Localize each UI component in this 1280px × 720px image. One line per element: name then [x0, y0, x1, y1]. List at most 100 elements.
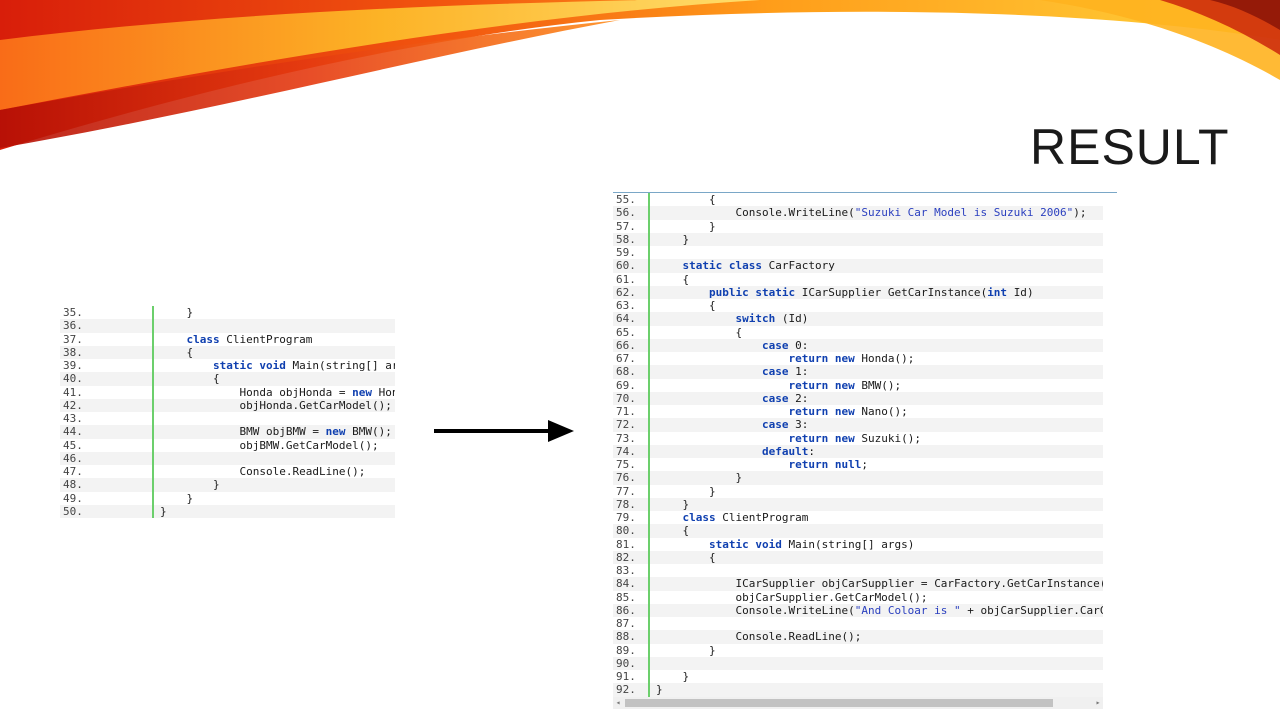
gutter-bar — [152, 451, 154, 465]
code-text: objHonda.GetCarModel(); — [239, 398, 392, 412]
gutter-bar — [648, 418, 650, 432]
gutter-bar — [152, 478, 154, 492]
code-text: { — [160, 372, 220, 386]
code-text: } — [656, 497, 690, 511]
line-number: 89. — [616, 643, 636, 657]
gutter-bar — [648, 259, 650, 273]
line-number: 40. — [63, 372, 83, 386]
gutter-bar — [648, 484, 650, 498]
code-text: } — [656, 683, 663, 697]
line-number: 47. — [63, 465, 83, 478]
gutter-bar — [648, 299, 650, 313]
code-line: 63. { — [613, 299, 1103, 313]
line-number: 88. — [616, 630, 636, 644]
code-line: 39. static void Main(string[] args) — [60, 359, 395, 373]
code-text: { — [656, 524, 690, 538]
gutter-bar — [648, 431, 650, 445]
code-text: } — [656, 471, 743, 485]
code-line: 59. — [613, 246, 1103, 260]
code-text: case 1: — [761, 365, 809, 379]
line-number: 75. — [616, 458, 636, 471]
line-number: 72. — [616, 418, 636, 432]
code-text: } — [160, 306, 194, 319]
code-line: 47. Console.ReadLine(); — [60, 465, 395, 479]
line-number: 87. — [616, 617, 636, 630]
gutter-bar — [648, 617, 650, 631]
gutter-bar — [648, 511, 650, 525]
line-number: 61. — [616, 272, 636, 286]
code-text: BMW objBMW = new BMW(); — [239, 425, 392, 439]
gutter-bar — [648, 232, 650, 246]
gutter-bar — [648, 458, 650, 472]
gutter-bar — [648, 577, 650, 591]
code-text: { — [656, 325, 743, 339]
code-line: 77. } — [613, 484, 1103, 498]
gutter-bar — [648, 219, 650, 233]
gutter-bar — [648, 365, 650, 379]
code-line: 49. } — [60, 491, 395, 505]
code-text: Console.ReadLine(); — [239, 465, 366, 478]
code-line: 80. { — [613, 524, 1103, 538]
code-text: return null; — [788, 458, 868, 471]
code-line: 76. } — [613, 471, 1103, 485]
scrollbar-thumb[interactable] — [625, 699, 1053, 707]
code-line: 83. — [613, 564, 1103, 578]
line-number: 55. — [616, 193, 636, 206]
gutter-bar — [648, 246, 650, 260]
gutter-bar — [648, 630, 650, 644]
code-line: 73. return new Suzuki(); — [613, 431, 1103, 445]
line-number: 42. — [63, 398, 83, 412]
gutter-bar — [648, 352, 650, 366]
code-line: 62. public static ICarSupplier GetCarIns… — [613, 285, 1103, 299]
slide-title: RESULT — [1030, 119, 1230, 175]
scroll-left-icon[interactable]: ◂ — [613, 697, 623, 709]
line-number: 81. — [616, 537, 636, 551]
line-number: 79. — [616, 511, 636, 524]
code-line: 86. Console.WriteLine("And Coloar is " +… — [613, 603, 1113, 617]
code-lines: 35. } 36. 37. class ClientProgram 38. {39. … — [60, 306, 395, 518]
line-number: 70. — [616, 391, 636, 405]
gutter-bar — [648, 550, 650, 564]
gutter-bar — [648, 643, 650, 657]
line-number: 64. — [616, 312, 636, 326]
gutter-bar — [152, 425, 154, 439]
gutter-bar — [152, 359, 154, 373]
gutter-bar — [648, 564, 650, 578]
gutter-bar — [648, 272, 650, 286]
code-line: 40. { — [60, 372, 395, 386]
gutter-bar — [648, 285, 650, 299]
line-number: 48. — [63, 478, 83, 492]
line-number: 80. — [616, 524, 636, 538]
code-text: Console.WriteLine("Suzuki Car Model is S… — [735, 206, 1087, 220]
line-number: 65. — [616, 325, 636, 339]
line-number: 57. — [616, 219, 636, 233]
gutter-bar — [648, 683, 650, 697]
code-text: } — [160, 478, 220, 492]
code-text: static class CarFactory — [682, 259, 835, 273]
line-number: 68. — [616, 365, 636, 379]
code-text: objBMW.GetCarModel(); — [239, 438, 379, 452]
line-number: 43. — [63, 412, 83, 425]
code-line: 65. { — [613, 325, 1103, 339]
line-number: 69. — [616, 378, 636, 392]
line-number: 74. — [616, 444, 636, 458]
code-text: case 2: — [761, 391, 809, 405]
line-number: 73. — [616, 431, 636, 445]
line-number: 77. — [616, 484, 636, 498]
gutter-bar — [152, 491, 154, 505]
line-number: 86. — [616, 603, 636, 617]
gutter-bar — [152, 412, 154, 426]
horizontal-scrollbar[interactable]: ◂ ▸ — [613, 697, 1103, 709]
gutter-bar — [648, 537, 650, 551]
line-number: 58. — [616, 232, 636, 246]
code-text: class ClientProgram — [186, 332, 313, 346]
code-line: 50.} — [60, 504, 395, 518]
code-line: 45. objBMW.GetCarModel(); — [60, 438, 395, 452]
code-text: return new Suzuki(); — [788, 431, 921, 445]
code-line: 46. — [60, 451, 395, 465]
gutter-bar — [152, 306, 154, 320]
scroll-right-icon[interactable]: ▸ — [1093, 697, 1103, 709]
line-number: 83. — [616, 564, 636, 577]
line-number: 63. — [616, 299, 636, 312]
gutter-bar — [648, 471, 650, 485]
